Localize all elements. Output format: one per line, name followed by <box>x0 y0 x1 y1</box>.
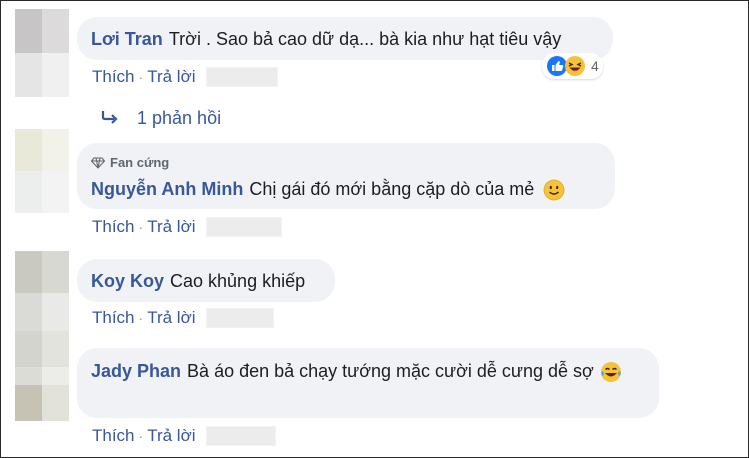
laughing-icon <box>565 56 585 76</box>
timestamp-blurred <box>205 217 282 237</box>
comments-panel: Lơi Tran Trời . Sao bả cao dữ dạ... bà ki… <box>0 0 749 458</box>
view-replies[interactable]: 1 phản hồi <box>101 108 221 129</box>
reactions-summary[interactable]: 4 <box>542 53 603 79</box>
comment-bubble: Koy Koy Cao khủng khiếp <box>77 259 335 302</box>
comment-text: Chị gái đó mới bằng cặp dò của mẻ <box>249 179 535 199</box>
like-link[interactable]: Thích <box>92 67 135 87</box>
replies-count-label: 1 phản hồi <box>137 108 222 128</box>
separator-dot: · <box>138 310 144 326</box>
comment-actions: Thích · Trả lời <box>92 67 278 87</box>
comment-author[interactable]: Koy Koy <box>91 271 164 291</box>
reply-link[interactable]: Trả lời <box>147 426 195 446</box>
reply-link[interactable]: Trả lời <box>147 308 195 328</box>
comment-text: Bà áo đen bả chạy tướng mặc cười dễ cưng… <box>187 361 594 381</box>
reply-link[interactable]: Trả lời <box>147 217 195 237</box>
avatar[interactable] <box>15 331 69 421</box>
comment-text: Cao khủng khiếp <box>170 271 306 291</box>
comment-author[interactable]: Lơi Tran <box>91 29 163 49</box>
avatar[interactable] <box>15 129 69 213</box>
comment-bubble: Fan cứng Nguyễn Anh Minh Chị gái đó mới b… <box>77 143 615 209</box>
fan-badge: Fan cứng <box>91 151 601 175</box>
comment-author[interactable]: Jady Phan <box>91 361 181 381</box>
separator-dot: · <box>138 69 144 85</box>
comment-author[interactable]: Nguyễn Anh Minh <box>91 179 243 199</box>
comment-bubble: Jady Phan Bà áo đen bả chạy tướng mặc cườ… <box>77 348 659 418</box>
diamond-icon <box>91 157 105 169</box>
like-link[interactable]: Thích <box>92 426 135 446</box>
comment-text: Trời . Sao bả cao dữ dạ... bà kia như hạ… <box>168 29 562 49</box>
separator-dot: · <box>138 428 144 444</box>
comment-bubble: Lơi Tran Trời . Sao bả cao dữ dạ... bà ki… <box>77 17 613 60</box>
like-link[interactable]: Thích <box>92 308 135 328</box>
timestamp-blurred <box>205 426 276 446</box>
reaction-count: 4 <box>591 58 599 74</box>
avatar[interactable] <box>15 251 69 335</box>
badge-label: Fan cứng <box>110 155 170 170</box>
separator-dot: · <box>138 219 144 235</box>
reply-link[interactable]: Trả lời <box>147 67 195 87</box>
smile-emoji-icon <box>543 179 565 201</box>
comment-actions: Thích · Trả lời <box>92 217 282 237</box>
comment-actions: Thích · Trả lời <box>92 426 276 446</box>
timestamp-blurred <box>205 308 274 328</box>
timestamp-blurred <box>205 67 278 87</box>
tears-of-joy-emoji-icon <box>600 362 621 383</box>
like-link[interactable]: Thích <box>92 217 135 237</box>
comment-actions: Thích · Trả lời <box>92 308 274 328</box>
reply-arrow-icon <box>101 108 119 129</box>
avatar[interactable] <box>15 9 69 97</box>
